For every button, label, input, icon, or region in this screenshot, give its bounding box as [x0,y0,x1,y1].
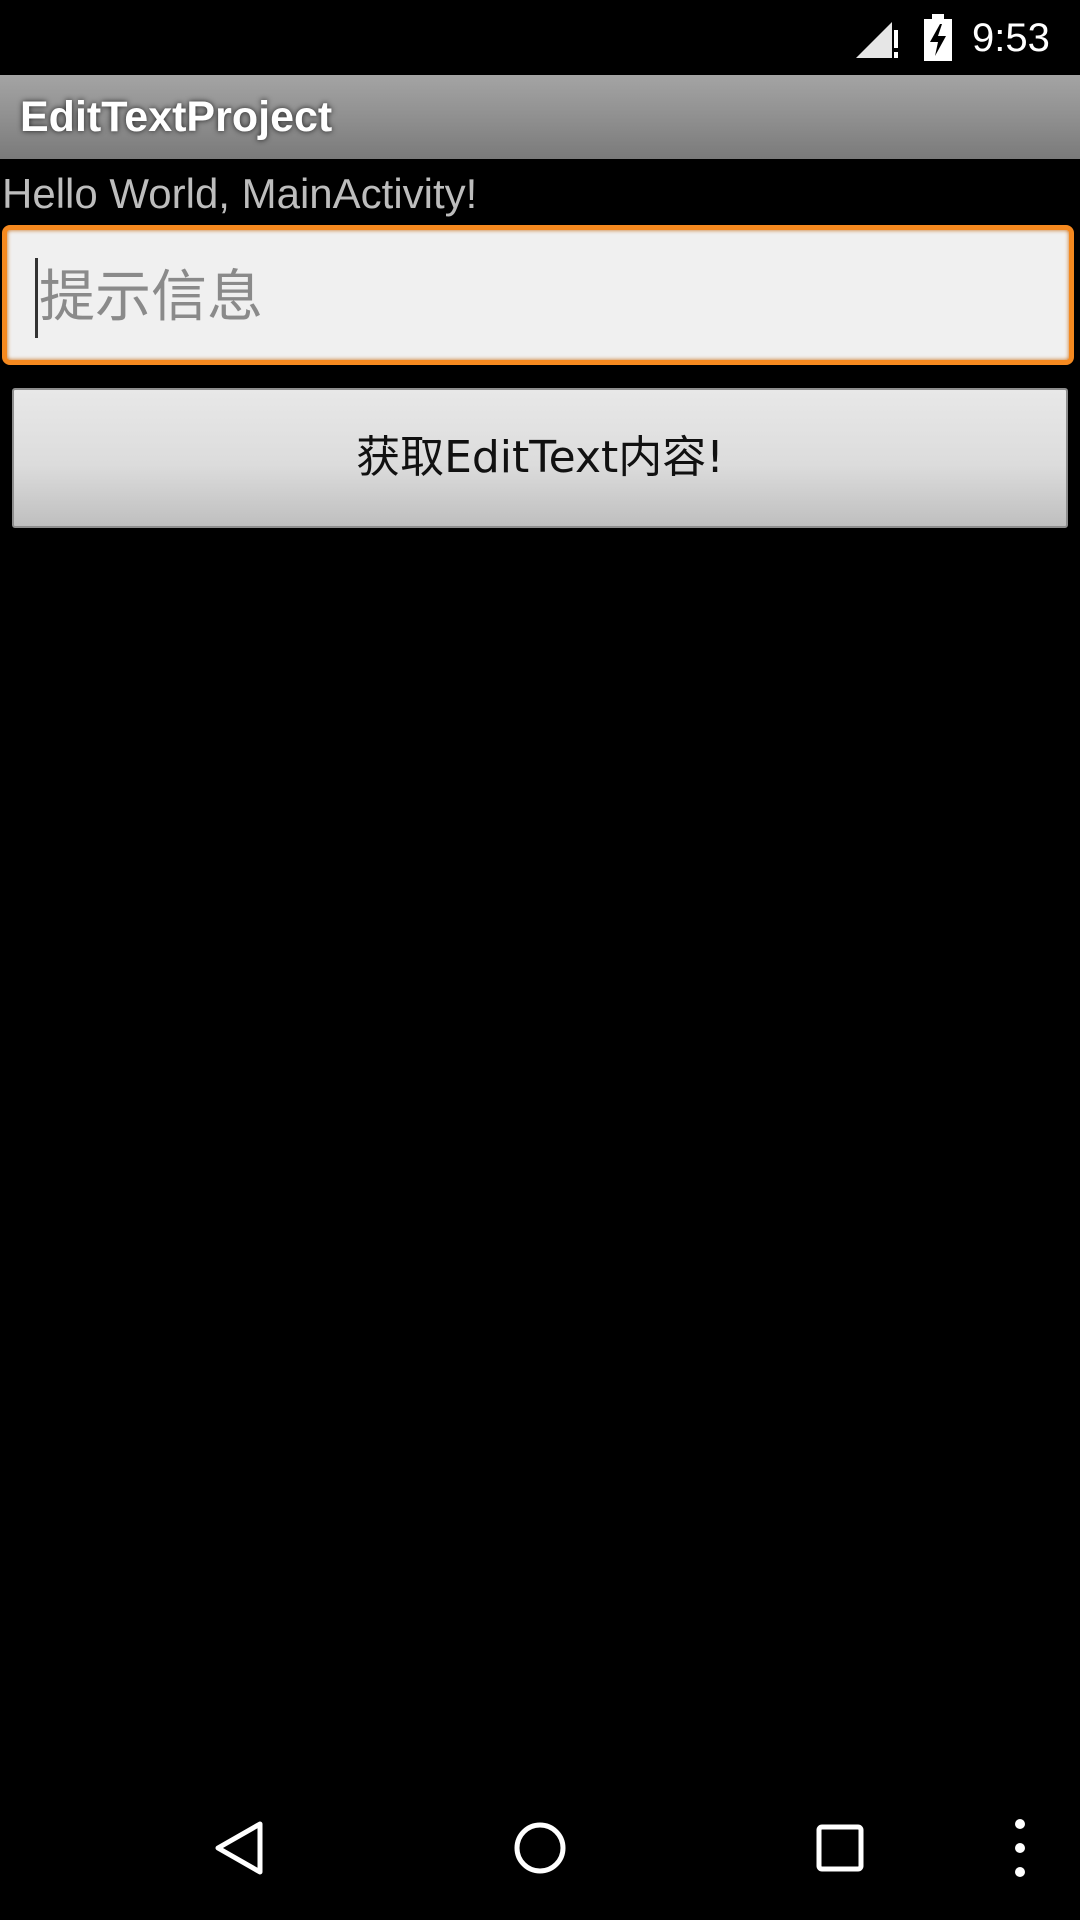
back-icon [215,1821,263,1875]
home-icon [514,1822,566,1874]
app-screen: 9:53 EditTextProject Hello World, MainAc… [0,0,1080,1920]
overflow-menu-button[interactable] [990,1776,1050,1920]
signal-no-data-icon [856,22,898,58]
greeting-text: Hello World, MainActivity! [2,170,478,217]
recent-apps-icon [816,1824,864,1872]
overflow-menu-icon [1015,1819,1025,1877]
edit-text-input[interactable] [37,248,1041,346]
status-bar: 9:53 [0,0,1080,75]
action-bar: EditTextProject [0,75,1080,159]
home-button[interactable] [480,1776,600,1920]
back-button[interactable] [180,1776,300,1920]
status-time: 9:53 [972,16,1050,60]
navigation-bar [0,1776,1080,1920]
battery-charging-icon [924,14,952,61]
app-title: EditTextProject [20,93,333,141]
edit-text-field[interactable] [2,225,1074,365]
recent-apps-button[interactable] [780,1776,900,1920]
get-edittext-content-button[interactable]: 获取EditText内容! [12,388,1068,528]
